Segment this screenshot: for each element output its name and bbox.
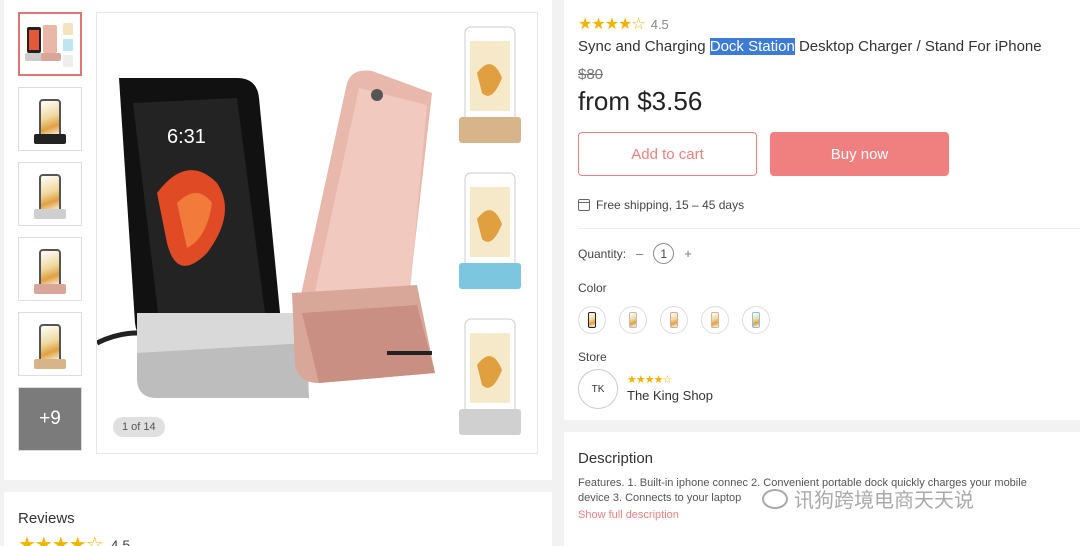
watermark-text: 讯狗跨境电商天天说 (794, 490, 974, 512)
gallery-card: +9 6:31 1 of 14 (4, 0, 552, 480)
color-swatch-5[interactable] (742, 306, 770, 334)
rating-stars-icon: ★★★★☆ (578, 16, 646, 33)
thumbnail-2[interactable] (18, 87, 82, 151)
thumbnail-image (25, 23, 73, 67)
store-name-link[interactable]: The King Shop (627, 388, 713, 403)
swatch-phone-icon (711, 312, 719, 328)
dock-base (34, 134, 66, 144)
original-price: $80 (578, 66, 604, 83)
color-swatch-2[interactable] (619, 306, 647, 334)
title-highlighted-text: Dock Station (709, 38, 795, 55)
svg-text:6:31: 6:31 (167, 126, 206, 148)
dock-base (34, 209, 66, 219)
description-title: Description (578, 450, 654, 467)
shipping-text: Free shipping, 15 – 45 days (596, 198, 745, 212)
color-label: Color (578, 281, 607, 295)
swatch-phone-icon (629, 312, 637, 328)
image-counter: 1 of 14 (113, 417, 165, 437)
watermark: 讯狗跨境电商天天说 (762, 484, 974, 513)
thumbnail-4[interactable] (18, 237, 82, 301)
main-product-image[interactable]: 6:31 1 of 14 (96, 12, 538, 454)
thumbnail-list: +9 (18, 12, 86, 462)
reviews-card: Reviews ★★★★☆ 4.5 (4, 492, 552, 546)
quantity-increase-button[interactable]: + (684, 246, 692, 261)
title-text-start: Sync and Charging (578, 38, 710, 55)
thumbnail-image (39, 324, 61, 364)
shipping-info: Free shipping, 15 – 45 days (578, 198, 744, 212)
reviews-rating-value: 4.5 (110, 536, 131, 546)
thumbnail-5[interactable] (18, 312, 82, 376)
wechat-icon (762, 488, 788, 509)
reviews-title: Reviews (18, 510, 75, 527)
divider (578, 228, 1080, 229)
thumbnail-image (39, 174, 61, 214)
thumbnail-3[interactable] (18, 162, 82, 226)
thumbnail-image (39, 99, 61, 139)
quantity-decrease-button[interactable]: – (636, 246, 643, 261)
swatch-phone-icon (752, 312, 760, 328)
show-full-description-link[interactable]: Show full description (578, 509, 679, 521)
add-to-cart-button[interactable]: Add to cart (578, 132, 757, 176)
store-rating-stars-icon: ★★★★☆ (627, 374, 672, 386)
product-rating: ★★★★☆ 4.5 (578, 14, 669, 34)
color-swatch-3[interactable] (660, 306, 688, 334)
dock-base (34, 284, 66, 294)
title-text-end: Desktop Charger / Stand For iPhone (794, 38, 1042, 55)
buy-now-button[interactable]: Buy now (770, 132, 949, 176)
reviews-rating: ★★★★☆ 4.5 (18, 532, 130, 546)
store-label: Store (578, 350, 607, 364)
color-swatches (578, 306, 770, 334)
product-photo: 6:31 (97, 26, 521, 435)
rating-value: 4.5 (650, 16, 669, 32)
dock-base (34, 359, 66, 369)
more-thumbnails-button[interactable]: +9 (18, 387, 82, 451)
current-price: from $3.56 (578, 86, 703, 116)
calendar-icon (578, 199, 590, 211)
product-info-card: ★★★★☆ 4.5 Sync and Charging Dock Station… (564, 0, 1080, 420)
reviews-stars-icon: ★★★★☆ (18, 534, 104, 546)
quantity-stepper: Quantity: – 1 + (578, 243, 692, 264)
thumbnail-image (39, 249, 61, 289)
thumbnail-1[interactable] (18, 12, 82, 76)
store-avatar[interactable]: TK (578, 369, 618, 409)
swatch-phone-icon (588, 312, 596, 328)
more-count: +9 (39, 408, 61, 429)
color-swatch-4[interactable] (701, 306, 729, 334)
product-title: Sync and Charging Dock Station Desktop C… (578, 38, 1042, 55)
swatch-phone-icon (670, 312, 678, 328)
color-swatch-1[interactable] (578, 306, 606, 334)
quantity-label: Quantity: (578, 246, 627, 261)
quantity-value[interactable]: 1 (653, 243, 675, 264)
